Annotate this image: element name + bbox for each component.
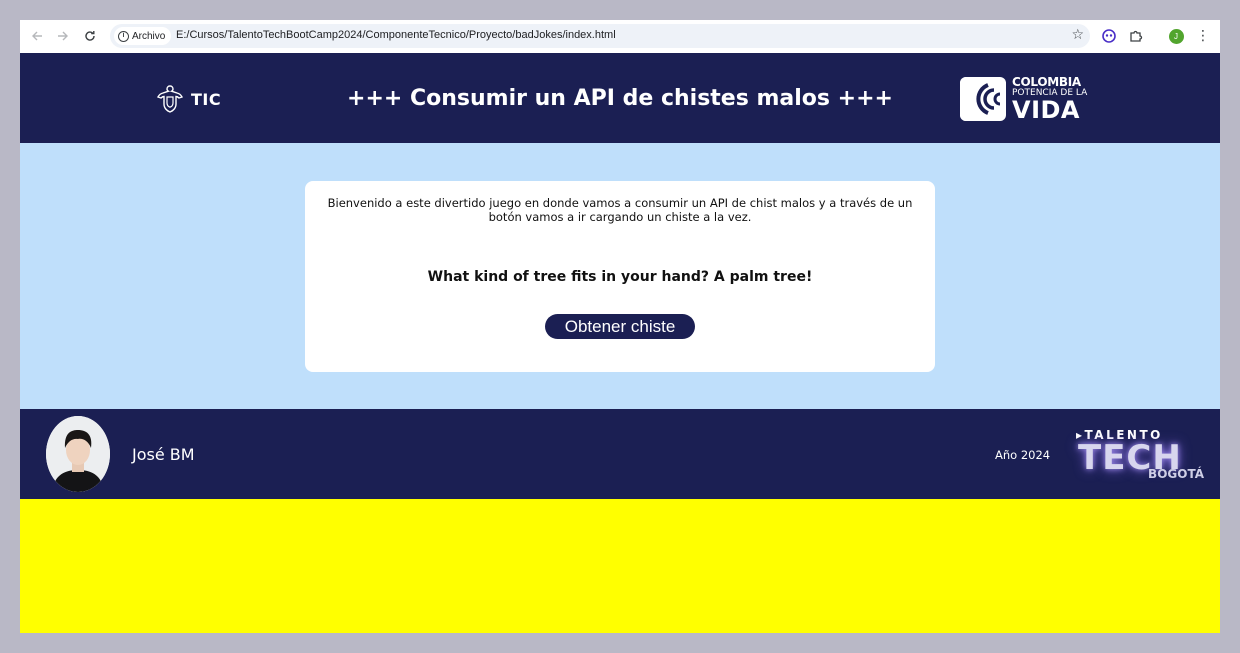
address-bar[interactable]: i Archivo E:/Cursos/TalentoTechBootCamp2… — [110, 24, 1090, 48]
arrow-right-icon — [58, 31, 68, 41]
more-menu-icon[interactable]: ⋮ — [1193, 26, 1213, 46]
joke-card: Bienvenido a este divertido juego en don… — [305, 181, 935, 372]
get-joke-button[interactable]: Obtener chiste — [545, 314, 695, 339]
reload-icon — [85, 31, 95, 41]
signal-waves-icon — [960, 77, 1006, 121]
arrow-left-icon — [32, 31, 42, 41]
author-avatar — [46, 416, 110, 492]
page-header: TIC +++ Consumir un API de chistes malos… — [20, 53, 1220, 143]
author-name: José BM — [132, 445, 195, 464]
back-button[interactable] — [26, 25, 48, 47]
browser-toolbar: i Archivo E:/Cursos/TalentoTechBootCamp2… — [20, 20, 1220, 52]
bookmark-star-icon[interactable]: ☆ — [1071, 27, 1084, 43]
site-info-label: Archivo — [132, 30, 166, 42]
forward-button[interactable] — [52, 25, 74, 47]
reload-button[interactable] — [79, 25, 101, 47]
info-icon: i — [118, 30, 129, 42]
joke-text: What kind of tree fits in your hand? A p… — [427, 269, 813, 285]
profile-initial: J — [1168, 28, 1184, 44]
talento-tech-logo: ▸TALENTO TECH BOGOTÁ — [1076, 428, 1208, 484]
profile-avatar-button[interactable]: J — [1166, 26, 1186, 46]
site-info-chip[interactable]: i Archivo — [114, 27, 172, 45]
puzzle-icon[interactable] — [1126, 26, 1146, 46]
bogota-label: BOGOTÁ — [1148, 467, 1204, 481]
colombia-line3: VIDA — [1012, 96, 1080, 124]
page-footer: José BM Año 2024 ▸TALENTO TECH BOGOTÁ — [20, 409, 1220, 499]
bottom-section — [20, 499, 1220, 633]
intro-text: Bienvenido a este divertido juego en don… — [327, 196, 913, 224]
browser-window: i Archivo E:/Cursos/TalentoTechBootCamp2… — [20, 20, 1220, 633]
colombia-potencia-logo: COLOMBIA POTENCIA DE LA VIDA — [960, 76, 1087, 122]
url-text[interactable]: E:/Cursos/TalentoTechBootCamp2024/Compon… — [176, 29, 616, 41]
year-label: Año 2024 — [995, 448, 1051, 462]
extension-icon[interactable] — [1099, 26, 1119, 46]
main-section: Bienvenido a este divertido juego en don… — [20, 143, 1220, 409]
colombia-logo-text: COLOMBIA POTENCIA DE LA VIDA — [1012, 76, 1087, 122]
colombia-line1: COLOMBIA — [1012, 75, 1081, 89]
